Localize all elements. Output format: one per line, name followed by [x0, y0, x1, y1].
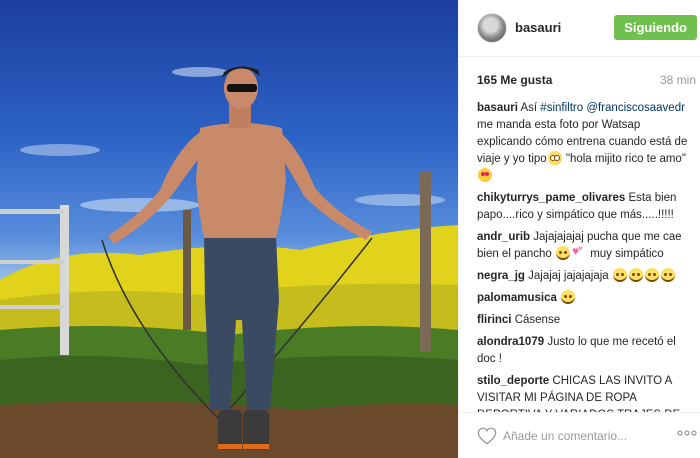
comment-author[interactable]: chikyturrys_pame_olivares	[477, 192, 625, 204]
comment-item: alondra1079 Justo lo que me recetó el do…	[477, 334, 695, 368]
post-footer	[459, 412, 700, 458]
comment-item: palomamusica	[477, 290, 695, 307]
two-hearts-emoji-icon	[572, 240, 586, 260]
post-username[interactable]: basauri	[515, 20, 561, 35]
comment-list: basauri Así #sinfiltro @franciscosaavedr…	[477, 100, 695, 412]
ellipsis-icon[interactable]	[677, 429, 697, 437]
comment-text: "hola mijito rico te amo"	[562, 153, 686, 165]
joy-face-emoji-icon	[561, 290, 576, 304]
joy-face-emoji-icon	[644, 268, 659, 282]
comment-text: Así	[517, 102, 541, 114]
post-stats: 165 Me gusta 38 min	[477, 73, 696, 89]
comment-author[interactable]: andr_urib	[477, 231, 530, 243]
comment-author[interactable]: stilo_deporte	[477, 375, 549, 387]
post-timestamp[interactable]: 38 min	[660, 73, 696, 87]
comment-author[interactable]: alondra1079	[477, 336, 544, 348]
comment-item: flirinci Cásense	[477, 312, 695, 329]
joy-face-emoji-icon	[556, 246, 571, 260]
comment-author[interactable]: flirinci	[477, 314, 512, 326]
comment-item: stilo_deporte CHICAS LAS INVITO A VISITA…	[477, 373, 695, 412]
comment-text	[557, 292, 560, 304]
joy-face-emoji-icon	[628, 268, 643, 282]
comment-item: basauri Así #sinfiltro @franciscosaavedr…	[477, 100, 695, 185]
comment-author[interactable]: basauri	[477, 102, 518, 114]
comment-item: negra_jg Jajajaj jajajajaja	[477, 268, 695, 285]
heart-eyes-face-emoji-icon	[478, 168, 492, 182]
hashtag-link[interactable]: #sinfiltro	[540, 102, 583, 114]
post-photo[interactable]	[0, 0, 458, 458]
heart-outline-icon[interactable]	[477, 427, 497, 445]
photo-scene	[0, 66, 458, 458]
like-count[interactable]: 165 Me gusta	[477, 73, 552, 87]
joy-face-emoji-icon	[660, 268, 675, 282]
post-header: basauri Siguiendo	[459, 0, 700, 57]
comment-text: Jajajaj jajajajaja	[524, 270, 612, 282]
following-button[interactable]: Siguiendo	[614, 15, 697, 40]
mention-link[interactable]: @franciscosaavedr	[586, 102, 685, 114]
comment-item: andr_urib Jajajajajaj pucha que me cae b…	[477, 229, 695, 263]
comment-text: muy simpático	[587, 248, 664, 260]
joy-face-emoji-icon	[612, 268, 627, 282]
post-side-panel: basauri Siguiendo 165 Me gusta 38 min ba…	[458, 0, 700, 458]
avatar[interactable]	[477, 13, 507, 43]
comment-item: chikyturrys_pame_olivares Esta bien papo…	[477, 190, 695, 224]
comment-input[interactable]	[503, 425, 663, 447]
flushed-face-emoji-icon	[547, 151, 562, 165]
comment-author[interactable]: palomamusica	[477, 292, 557, 304]
comment-text: Cásense	[511, 314, 561, 326]
comment-author[interactable]: negra_jg	[477, 270, 525, 282]
